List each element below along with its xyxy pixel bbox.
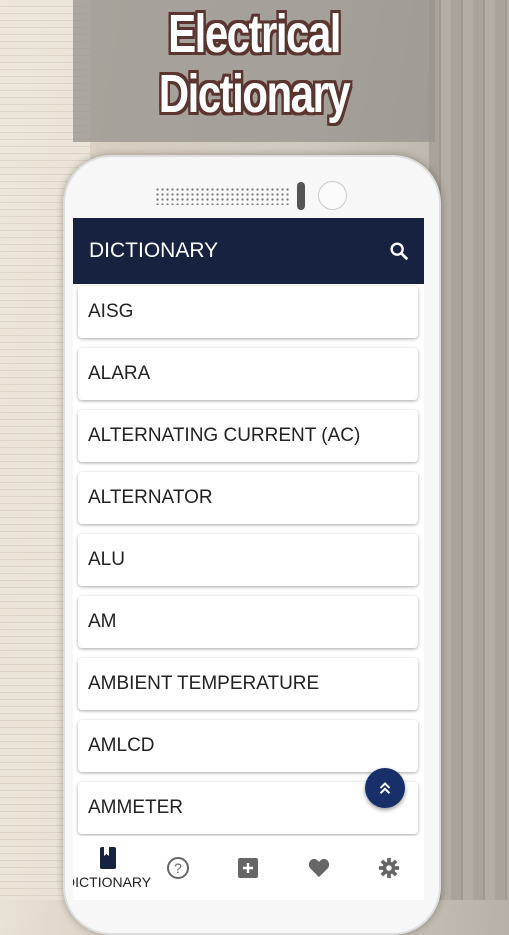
nav-settings[interactable] [354, 857, 424, 879]
svg-text:?: ? [174, 860, 182, 876]
app-screen: DICTIONARY AISG ALARA ALTERNATING CURREN… [73, 218, 424, 900]
nav-dictionary[interactable]: DICTIONARY [73, 846, 151, 890]
app-bar: DICTIONARY [73, 218, 424, 284]
gear-icon [378, 857, 399, 879]
list-item[interactable]: AM [78, 596, 418, 648]
promo-title-line1: Electrical [168, 4, 341, 64]
nav-favorites[interactable] [284, 858, 354, 878]
list-item[interactable]: AMBIENT TEMPERATURE [78, 658, 418, 710]
word-list: AISG ALARA ALTERNATING CURRENT (AC) ALTE… [78, 286, 418, 844]
book-icon [100, 847, 117, 869]
double-chevron-up-icon [379, 782, 391, 794]
add-box-icon [238, 858, 259, 878]
promo-title: Electrical Dictionary [73, 0, 435, 142]
background-wood [429, 0, 509, 900]
app-bar-title: DICTIONARY [89, 239, 219, 262]
promo-title-line2: Dictionary [158, 64, 351, 124]
nav-add[interactable] [213, 858, 283, 878]
nav-dictionary-label: DICTIONARY [73, 874, 152, 890]
phone-speaker [155, 187, 290, 205]
help-icon: ? [167, 857, 190, 879]
list-item[interactable]: AMLCD [78, 720, 418, 772]
heart-icon [308, 858, 329, 878]
search-icon[interactable] [388, 240, 410, 262]
list-item[interactable]: ALTERNATOR [78, 472, 418, 524]
list-item[interactable]: AISG [78, 286, 418, 338]
phone-sensor [297, 182, 305, 210]
scroll-to-top-button[interactable] [365, 768, 405, 808]
phone-camera [318, 181, 347, 210]
bottom-nav: DICTIONARY ? [73, 836, 424, 900]
list-item[interactable]: ALTERNATING CURRENT (AC) [78, 410, 418, 462]
list-item[interactable]: ALARA [78, 348, 418, 400]
nav-help[interactable]: ? [143, 856, 213, 880]
list-item[interactable]: ALU [78, 534, 418, 586]
